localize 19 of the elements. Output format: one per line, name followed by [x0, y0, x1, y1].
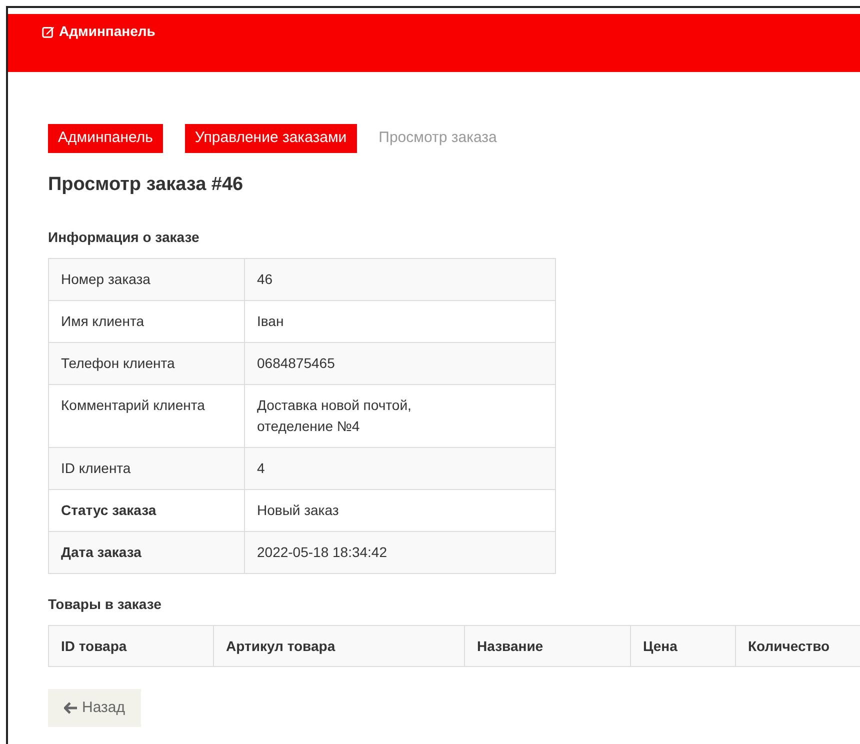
- brand-link[interactable]: Админпанель: [42, 21, 156, 42]
- row-label: Номер заказа: [48, 258, 244, 300]
- row-value: 2022-05-18 18:34:42: [244, 532, 556, 574]
- column-header: Артикул товара: [214, 626, 464, 666]
- section-heading: Информация о заказе: [48, 228, 200, 247]
- page-title: Просмотр заказа #46: [48, 172, 244, 196]
- row-value: 46: [244, 258, 556, 300]
- row-label: Дата заказа: [48, 532, 244, 574]
- column-header: Количество: [736, 626, 860, 666]
- edit-icon: [42, 25, 55, 38]
- column-header: Название: [464, 626, 630, 666]
- breadcrumb-current: Просмотр заказа: [378, 128, 497, 148]
- breadcrumb-link[interactable]: Админпанель: [48, 124, 163, 152]
- breadcrumb-link[interactable]: Управление заказами: [184, 124, 357, 152]
- section-heading: Товары в заказе: [48, 595, 162, 614]
- column-header: Цена: [630, 626, 736, 666]
- column-header: ID товара: [48, 626, 214, 666]
- arrow-left-icon: [64, 702, 78, 714]
- back-button[interactable]: Назад: [48, 689, 141, 727]
